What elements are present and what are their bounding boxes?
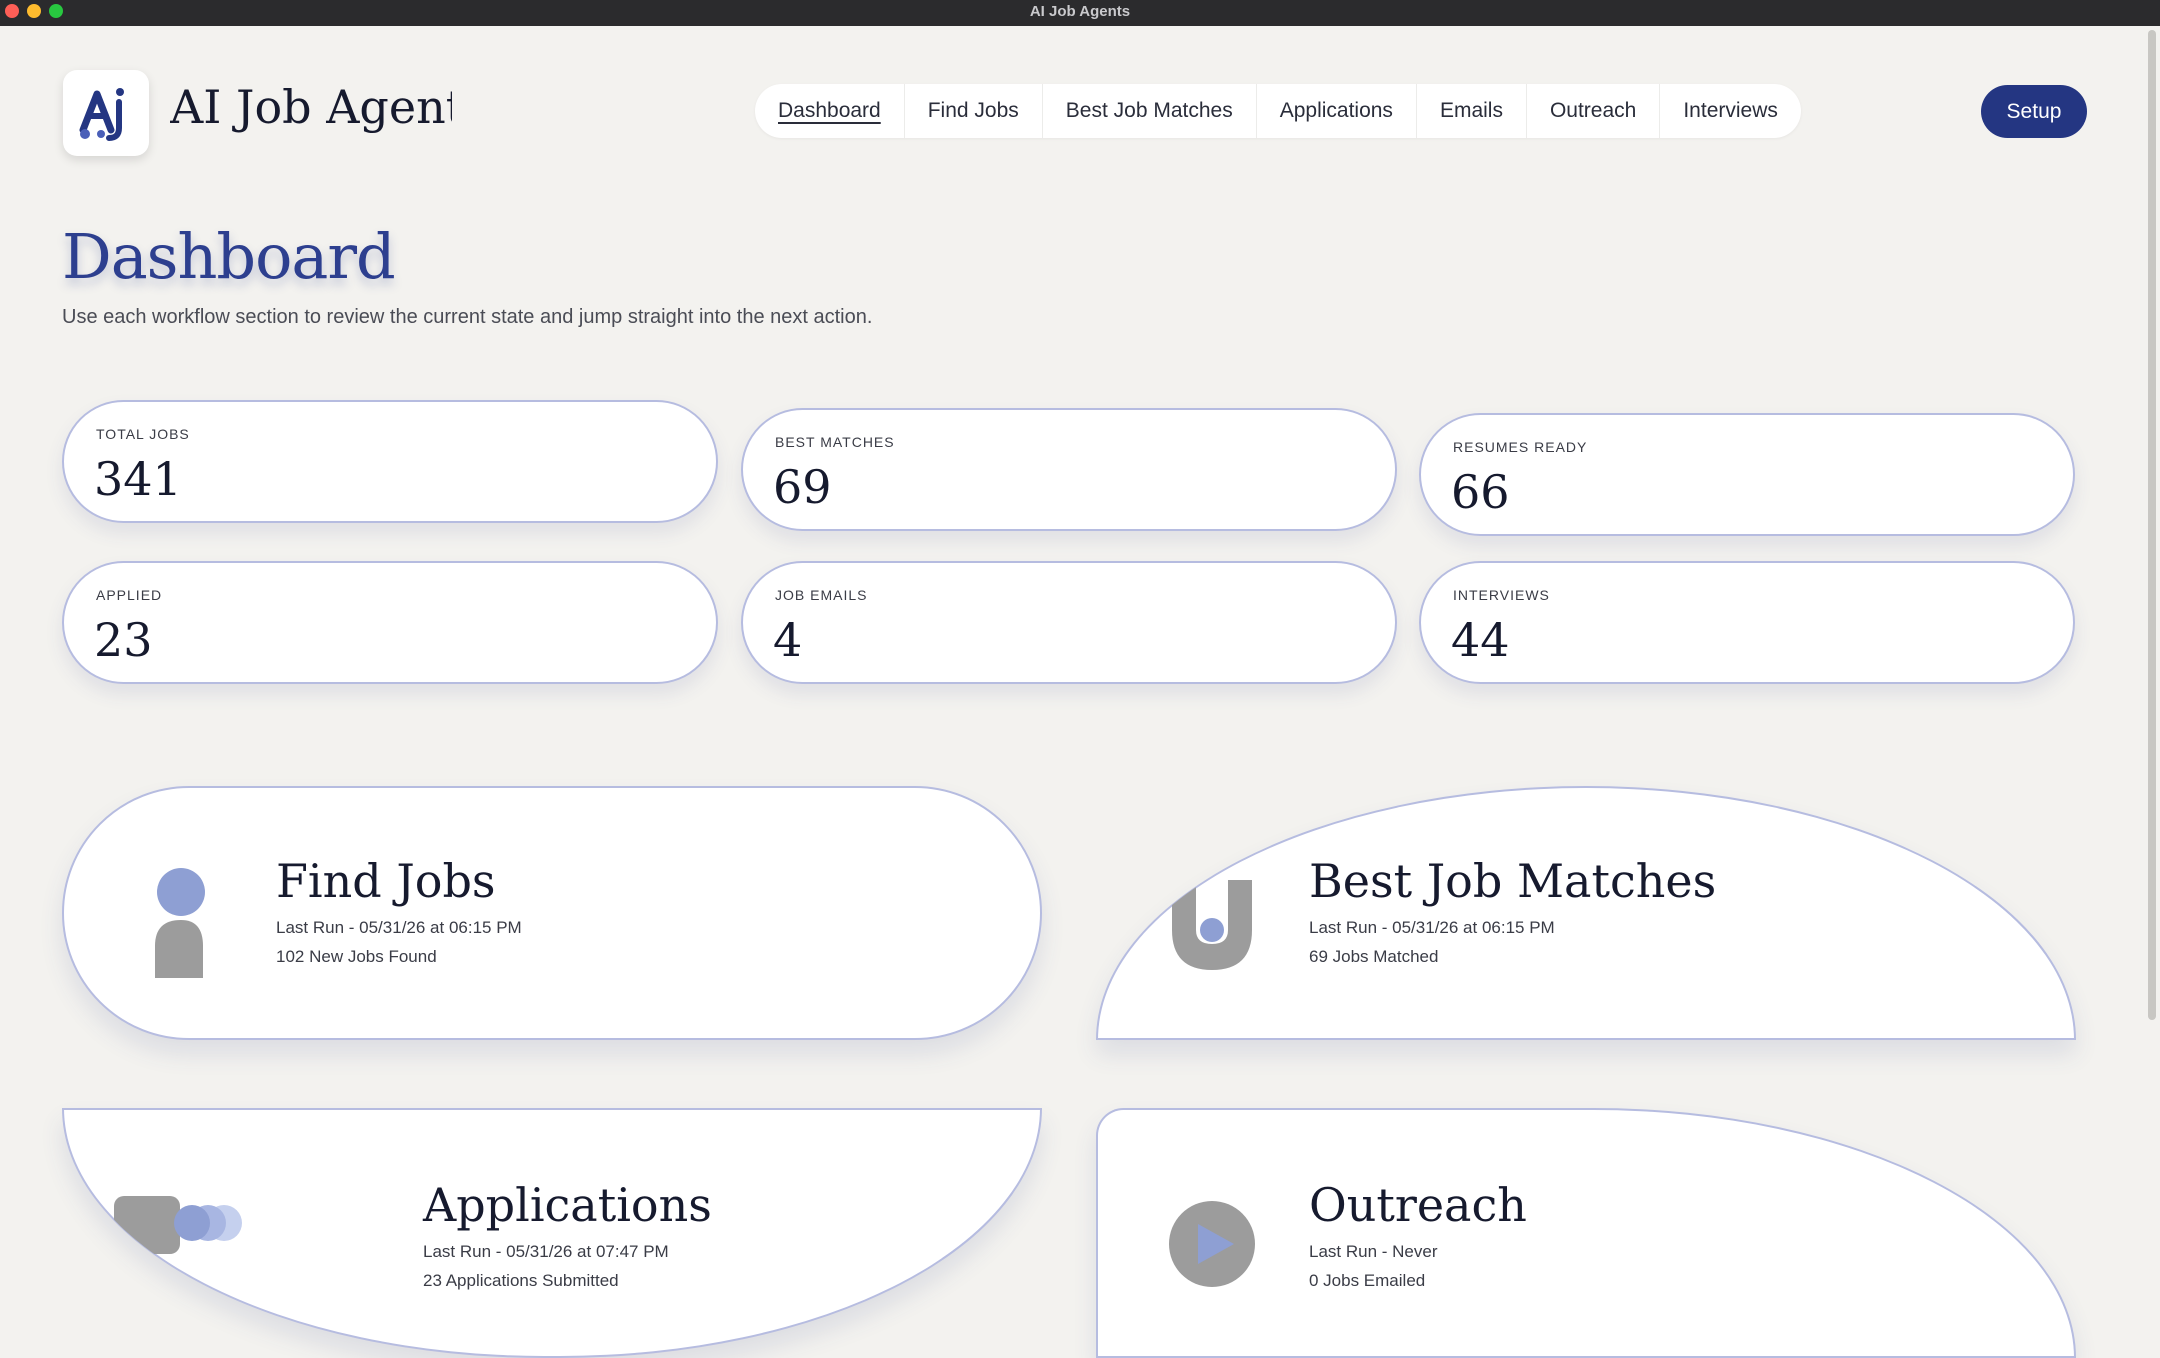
stat-label: TOTAL JOBS	[96, 426, 190, 442]
card-summary: 69 Jobs Matched	[1309, 947, 1439, 966]
card-title: Find Jobs	[276, 854, 496, 908]
card-last-run: Last Run - 05/31/26 at 07:47 PM	[423, 1242, 669, 1261]
main-nav: Dashboard Find Jobs Best Job Matches App…	[755, 84, 1801, 138]
stat-value: 341	[94, 452, 182, 506]
card-last-run: Last Run - 05/31/26 at 06:15 PM	[276, 918, 522, 937]
stat-label: JOB EMAILS	[775, 587, 868, 603]
card-summary: 102 New Jobs Found	[276, 947, 437, 966]
brand-name: AI Job Agents	[170, 80, 452, 134]
card-best-job-matches[interactable]: Best Job Matches Last Run - 05/31/26 at …	[1096, 786, 2076, 1040]
stat-total-jobs: TOTAL JOBS 341	[62, 400, 718, 523]
card-outreach[interactable]: Outreach Last Run - Never 0 Jobs Emailed	[1096, 1108, 2076, 1358]
stat-resumes-ready: RESUMES READY 66	[1419, 413, 2075, 536]
stat-value: 66	[1451, 465, 1510, 519]
magnet-icon	[1172, 880, 1252, 970]
play-circle-icon	[1169, 1201, 1255, 1287]
stat-label: RESUMES READY	[1453, 439, 1588, 455]
card-title: Best Job Matches	[1309, 854, 1717, 908]
window-titlebar: AI Job Agents	[0, 0, 2160, 26]
stat-interviews: INTERVIEWS 44	[1419, 561, 2075, 684]
stat-value: 69	[773, 460, 832, 514]
card-title: Applications	[423, 1178, 712, 1232]
page-subtitle: Use each workflow section to review the …	[62, 306, 873, 328]
card-stack-icon	[114, 1196, 242, 1254]
setup-button[interactable]: Setup	[1981, 85, 2087, 138]
stat-label: INTERVIEWS	[1453, 587, 1550, 603]
page-scrollbar[interactable]	[2148, 30, 2156, 1020]
stat-value: 4	[773, 613, 803, 667]
card-title: Outreach	[1309, 1178, 1527, 1232]
stat-label: BEST MATCHES	[775, 434, 895, 450]
nav-emails[interactable]: Emails	[1417, 84, 1527, 138]
nav-find-jobs[interactable]: Find Jobs	[905, 84, 1043, 138]
app-logo[interactable]	[63, 70, 149, 156]
nav-best-job-matches[interactable]: Best Job Matches	[1043, 84, 1257, 138]
stat-best-matches: BEST MATCHES 69	[741, 408, 1397, 531]
stat-job-emails: JOB EMAILS 4	[741, 561, 1397, 684]
stat-label: APPLIED	[96, 587, 163, 603]
nav-interviews[interactable]: Interviews	[1660, 84, 1801, 138]
card-applications[interactable]: Applications Last Run - 05/31/26 at 07:4…	[62, 1108, 1042, 1358]
window-title: AI Job Agents	[1029, 3, 1131, 20]
page-title: Dashboard	[62, 220, 396, 293]
person-figure-icon	[155, 868, 205, 978]
stat-value: 44	[1451, 613, 1510, 667]
card-summary: 0 Jobs Emailed	[1309, 1271, 1426, 1290]
card-last-run: Last Run - Never	[1309, 1242, 1438, 1261]
stat-value: 23	[94, 613, 153, 667]
nav-dashboard[interactable]: Dashboard	[755, 84, 905, 138]
nav-applications[interactable]: Applications	[1257, 84, 1417, 138]
card-summary: 23 Applications Submitted	[423, 1271, 619, 1290]
card-last-run: Last Run - 05/31/26 at 06:15 PM	[1309, 918, 1555, 937]
card-find-jobs[interactable]: Find Jobs Last Run - 05/31/26 at 06:15 P…	[62, 786, 1042, 1040]
stat-applied: APPLIED 23	[62, 561, 718, 684]
nav-outreach[interactable]: Outreach	[1527, 84, 1661, 138]
aj-logo-icon	[79, 88, 124, 141]
